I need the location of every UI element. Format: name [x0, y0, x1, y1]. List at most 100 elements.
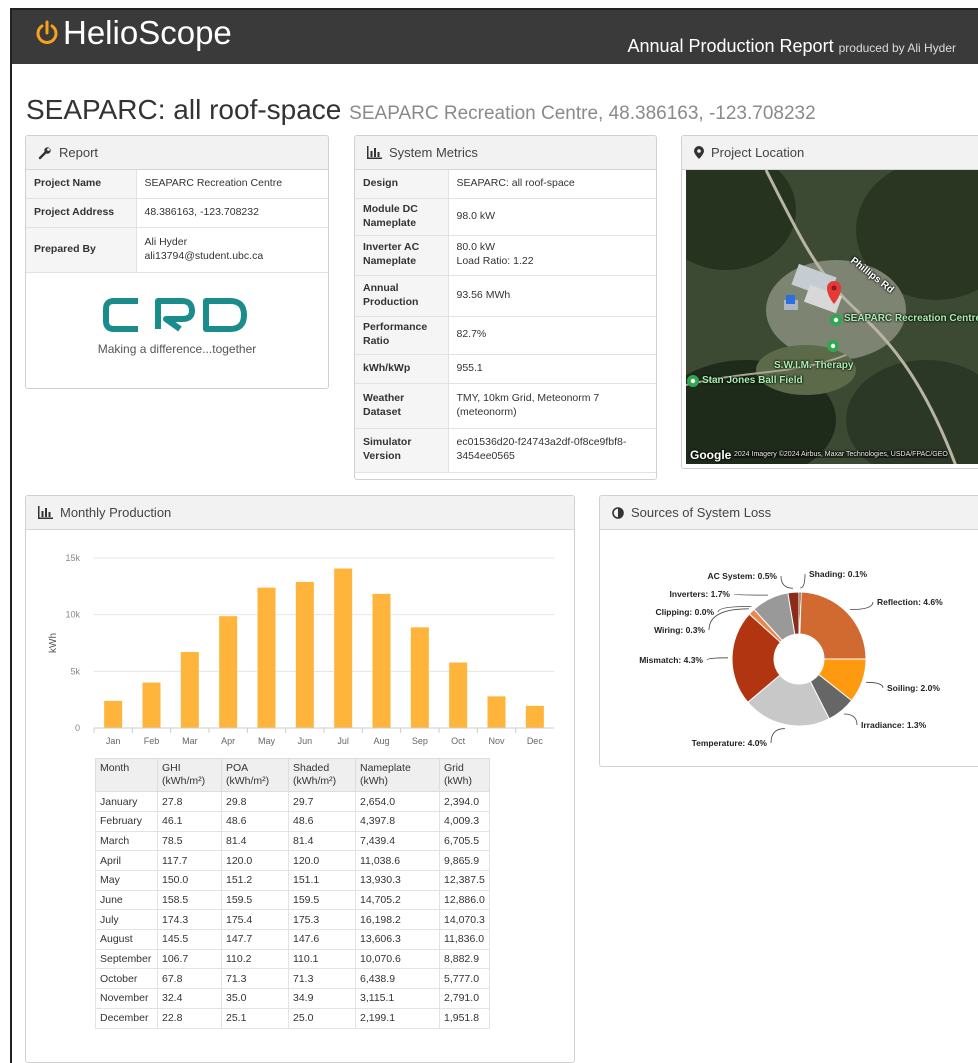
bar-chart-icon: [38, 506, 53, 519]
table-cell: June: [95, 889, 158, 911]
place-label[interactable]: SEAPARC Recreation Centre: [844, 313, 978, 325]
table-cell: 22.8: [157, 1007, 222, 1029]
x-tick-label: Feb: [144, 736, 160, 746]
satellite-map[interactable]: Phillips Rd SEAPARC Recreation Centre S.…: [686, 170, 978, 464]
monthly-panel-heading: Monthly Production: [26, 496, 574, 530]
bar-apr: [219, 616, 238, 728]
therapy-label[interactable]: S.W.I.M. Therapy: [774, 360, 853, 371]
leader-line: [850, 601, 874, 611]
produced-by: produced by Ali Hyder: [838, 41, 956, 55]
table-row: March 78.5 81.4 81.4 7,439.4 6,705.5: [95, 830, 490, 852]
row-value: 80.0 kW Load Ratio: 1.22: [448, 235, 656, 276]
table-cell: 159.5: [221, 889, 289, 911]
leader-line: [843, 713, 858, 726]
slice-1: [799, 591, 867, 660]
bar-jun: [295, 581, 314, 728]
row-value: Ali Hyder ali13794@student.ubc.ca: [136, 227, 328, 273]
power-icon: [36, 20, 58, 44]
col-poa: POA (kWh/m²): [221, 757, 289, 793]
table-cell: 71.3: [288, 968, 356, 990]
table-cell: 147.6: [288, 929, 356, 950]
table-cell: 3,115.1: [355, 988, 440, 1009]
slice-label: Mismatch: 4.3%: [639, 655, 703, 665]
system-loss-panel: Sources of System Loss Shading: 0.1% Refl…: [599, 495, 978, 767]
table-cell: November: [95, 988, 158, 1009]
x-tick-label: Jan: [106, 736, 121, 746]
location-panel-heading: Project Location: [682, 136, 978, 170]
table-row: January 27.8 29.8 29.7 2,654.0 2,394.0: [95, 791, 490, 812]
leader-line: [770, 728, 785, 744]
col-shaded: Shaded (kWh/m²): [288, 757, 356, 793]
table-cell: 5,777.0: [439, 968, 490, 990]
monthly-production-chart: 0 5k 10k 15k kWh Jan Feb Mar Apr May Jun Jul Aug Sep O…: [48, 553, 554, 746]
table-cell: 46.1: [157, 810, 222, 832]
table-row: Simulator Version ec01536d20-f24743a2df-0…: [355, 428, 656, 473]
helioscope-logo[interactable]: HelioScope: [34, 14, 232, 52]
row-value: 93.56 MWh: [448, 275, 656, 317]
report-page: HelioScope Annual Production Report prod…: [10, 8, 978, 1063]
bar-mar: [180, 652, 199, 728]
y-axis-label: kWh: [48, 633, 59, 653]
table-cell: 71.3: [221, 968, 289, 990]
system-metrics-panel: System Metrics Design SEAPARC: all roof-s…: [354, 135, 657, 480]
logo-tagline: Making a difference...together: [97, 341, 257, 356]
slice-label: Irradiance: 1.3%: [861, 720, 927, 730]
metrics-heading-text: System Metrics: [389, 145, 478, 160]
table-cell: 27.8: [157, 791, 222, 812]
bar-dec: [525, 705, 544, 728]
table-row: April 117.7 120.0 120.0 11,038.6 9,865.9: [95, 850, 490, 871]
leader-line: [800, 573, 806, 589]
table-cell: 11,836.0: [439, 929, 490, 950]
table-cell: 29.7: [288, 791, 356, 812]
table-cell: 25.1: [221, 1007, 289, 1029]
bar-feb: [142, 682, 161, 728]
table-cell: 175.4: [221, 909, 289, 931]
map-marker-icon: [694, 146, 704, 159]
table-cell: 147.7: [221, 929, 289, 950]
row-key: Inverter AC Nameplate: [355, 235, 449, 276]
table-cell: February: [95, 810, 158, 832]
table-cell: 2,199.1: [355, 1007, 440, 1029]
row-value: 48.386163, -123.708232: [136, 198, 328, 228]
crd-logo: Making a difference...together: [26, 273, 328, 356]
project-subtitle: SEAPARC Recreation Centre, 48.386163, -1…: [349, 103, 816, 124]
table-row: Project Address 48.386163, -123.708232: [26, 198, 328, 228]
table-row: Prepared By Ali Hyder ali13794@student.u…: [26, 227, 328, 273]
table-row: kWh/kWp 955.1: [355, 354, 656, 384]
bar-nov: [487, 696, 506, 728]
top-bar: HelioScope Annual Production Report prod…: [12, 10, 978, 64]
table-cell: 2,394.0: [439, 791, 490, 812]
table-row: December 22.8 25.1 25.0 2,199.1 1,951.8: [95, 1007, 490, 1029]
y-tick-label: 5k: [70, 666, 80, 676]
table-cell: 4,009.3: [439, 810, 490, 832]
bar-may: [257, 587, 276, 728]
table-cell: 6,705.5: [439, 830, 490, 852]
table-cell: 175.3: [288, 909, 356, 931]
field-label[interactable]: Stan Jones Ball Field: [702, 375, 803, 386]
table-cell: 7,439.4: [355, 830, 440, 852]
x-tick-label: Mar: [182, 736, 198, 746]
table-cell: 10,070.6: [355, 948, 440, 970]
table-cell: 2,791.0: [439, 988, 490, 1009]
table-row: June 158.5 159.5 159.5 14,705.2 12,886.0: [95, 889, 490, 911]
table-cell: 48.6: [221, 810, 289, 832]
bar-jan: [104, 700, 123, 728]
x-tick-label: Sep: [412, 736, 428, 746]
table-cell: 117.7: [157, 850, 222, 871]
table-cell: 8,882.9: [439, 948, 490, 970]
x-tick-label: Apr: [221, 736, 235, 746]
table-cell: 110.1: [288, 948, 356, 970]
table-row: August 145.5 147.7 147.6 13,606.3 11,836.0: [95, 929, 490, 950]
bar-oct: [449, 662, 468, 728]
x-tick-label: Nov: [488, 736, 505, 746]
x-tick-label: Dec: [527, 736, 544, 746]
system-loss-chart: Shading: 0.1% Reflection: 4.6% Soiling: 2.…: [639, 569, 943, 748]
col-ghi: GHI (kWh/m²): [157, 757, 222, 793]
table-cell: 67.8: [157, 968, 222, 990]
row-value: TMY, 10km Grid, Meteonorm 7 (meteonorm): [448, 383, 656, 429]
row-value: 98.0 kW: [448, 198, 656, 236]
google-logo: Google: [690, 448, 732, 462]
table-cell: 1,951.8: [439, 1007, 490, 1029]
loss-panel-heading: Sources of System Loss: [600, 496, 978, 530]
y-tick-label: 0: [75, 723, 80, 733]
